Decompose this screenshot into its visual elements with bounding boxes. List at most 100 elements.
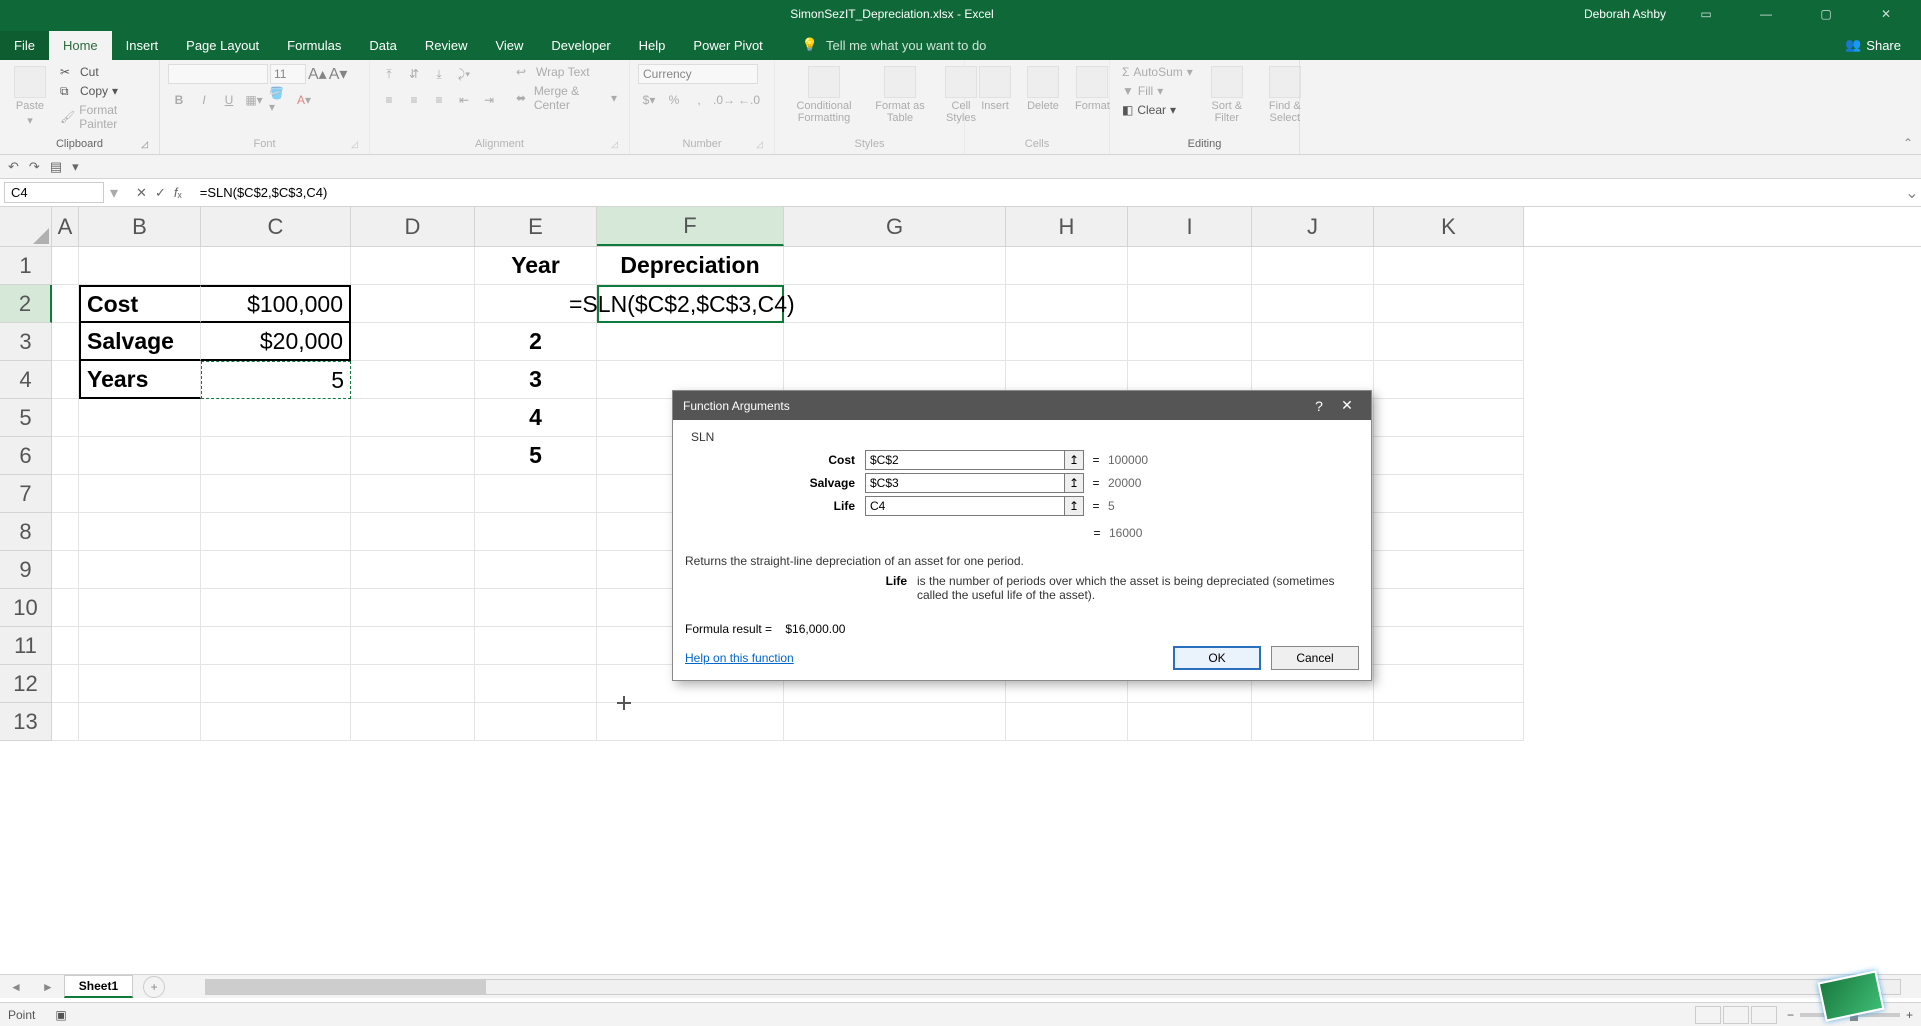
cell[interactable]: [351, 665, 475, 703]
active-cell[interactable]: =SLN($C$2,$C$3,C4): [597, 285, 784, 323]
cell[interactable]: [1374, 399, 1524, 437]
sheet-nav-next-icon[interactable]: ►: [32, 980, 64, 994]
format-painter-button[interactable]: 🖌Format Painter: [56, 102, 151, 132]
tab-help[interactable]: Help: [625, 31, 680, 60]
cell[interactable]: [1374, 323, 1524, 361]
cell[interactable]: [201, 437, 351, 475]
cell[interactable]: 2: [475, 323, 597, 361]
cell[interactable]: Year: [475, 247, 597, 285]
qat-customize-icon[interactable]: ▾: [72, 159, 79, 175]
col-header-b[interactable]: B: [79, 207, 201, 246]
cell[interactable]: [475, 703, 597, 741]
cell[interactable]: [784, 247, 1006, 285]
tab-review[interactable]: Review: [411, 31, 482, 60]
underline-button[interactable]: U: [218, 90, 240, 110]
scrollbar-thumb[interactable]: [206, 980, 486, 994]
row-header-13[interactable]: 13: [0, 703, 52, 741]
cell[interactable]: Salvage: [79, 323, 201, 361]
cell[interactable]: 4: [475, 399, 597, 437]
cell[interactable]: [351, 437, 475, 475]
macro-record-icon[interactable]: ▣: [55, 1008, 66, 1022]
cell[interactable]: [79, 551, 201, 589]
row-header-8[interactable]: 8: [0, 513, 52, 551]
tell-me-search[interactable]: 💡 Tell me what you want to do: [802, 37, 987, 60]
cell[interactable]: [79, 627, 201, 665]
cell[interactable]: [1374, 665, 1524, 703]
cell[interactable]: [351, 627, 475, 665]
expand-formula-bar-icon[interactable]: ⌄: [1903, 183, 1921, 203]
cell[interactable]: [1128, 703, 1252, 741]
view-page-break-icon[interactable]: [1751, 1006, 1777, 1024]
decrease-indent-icon[interactable]: ⇤: [453, 90, 475, 110]
find-select-button[interactable]: Find & Select: [1257, 64, 1313, 126]
dialog-help-icon[interactable]: ?: [1305, 398, 1333, 414]
cell[interactable]: [784, 285, 1006, 323]
align-center-icon[interactable]: ≡: [403, 90, 425, 110]
cell[interactable]: [79, 399, 201, 437]
cell[interactable]: [1252, 323, 1374, 361]
cell[interactable]: [79, 665, 201, 703]
tab-data[interactable]: Data: [355, 31, 410, 60]
format-as-table-button[interactable]: Format as Table: [869, 64, 931, 126]
cell[interactable]: [1006, 247, 1128, 285]
cell[interactable]: [52, 247, 79, 285]
cell[interactable]: [201, 513, 351, 551]
font-name-input[interactable]: [168, 64, 268, 84]
row-header-9[interactable]: 9: [0, 551, 52, 589]
fx-icon[interactable]: fₓ: [174, 185, 182, 201]
cell[interactable]: [351, 323, 475, 361]
cell[interactable]: [1374, 247, 1524, 285]
cell[interactable]: [351, 551, 475, 589]
tab-formulas[interactable]: Formulas: [273, 31, 355, 60]
cell[interactable]: [1374, 361, 1524, 399]
wrap-text-button[interactable]: ↩Wrap Text: [512, 64, 621, 80]
redo-icon[interactable]: ↷: [29, 159, 40, 175]
cell[interactable]: [1374, 513, 1524, 551]
cell[interactable]: [1374, 703, 1524, 741]
border-button[interactable]: ▦▾: [243, 90, 265, 110]
undo-icon[interactable]: ↶: [8, 159, 19, 175]
tab-insert[interactable]: Insert: [112, 31, 173, 60]
cell[interactable]: [52, 323, 79, 361]
row-header-4[interactable]: 4: [0, 361, 52, 399]
cell[interactable]: [1006, 285, 1128, 323]
cell[interactable]: [201, 589, 351, 627]
select-all-corner[interactable]: [0, 207, 52, 246]
ribbon-display-icon[interactable]: ▭: [1686, 7, 1726, 21]
tab-developer[interactable]: Developer: [537, 31, 624, 60]
align-top-icon[interactable]: ⤒: [378, 64, 400, 84]
col-header-c[interactable]: C: [201, 207, 351, 246]
cell[interactable]: [52, 285, 79, 323]
insert-cells-button[interactable]: Insert: [973, 64, 1017, 114]
row-header-11[interactable]: 11: [0, 627, 52, 665]
cell[interactable]: [52, 399, 79, 437]
range-selector-icon[interactable]: ↥: [1064, 473, 1084, 493]
row-header-6[interactable]: 6: [0, 437, 52, 475]
decrease-decimal-icon[interactable]: ←.0: [738, 90, 760, 110]
percent-icon[interactable]: %: [663, 90, 685, 110]
delete-cells-button[interactable]: Delete: [1021, 64, 1065, 114]
tab-view[interactable]: View: [481, 31, 537, 60]
col-header-i[interactable]: I: [1128, 207, 1252, 246]
arg-cost-input[interactable]: [865, 450, 1065, 470]
formula-input[interactable]: [194, 183, 1903, 202]
cell[interactable]: [475, 551, 597, 589]
cut-button[interactable]: ✂Cut: [56, 64, 151, 80]
format-cells-button[interactable]: Format: [1069, 64, 1116, 114]
cell[interactable]: 5: [475, 437, 597, 475]
col-header-e[interactable]: E: [475, 207, 597, 246]
cell-marching-ants[interactable]: 5: [201, 361, 351, 399]
font-size-input[interactable]: [270, 64, 306, 84]
decrease-font-icon[interactable]: A▾: [329, 64, 348, 84]
cell[interactable]: [351, 475, 475, 513]
cell[interactable]: [351, 513, 475, 551]
ok-button[interactable]: OK: [1173, 646, 1261, 670]
number-format-select[interactable]: [638, 64, 758, 84]
cell[interactable]: $20,000: [201, 323, 351, 361]
share-button[interactable]: 👥 Share: [1845, 37, 1921, 60]
dialog-launcher-icon[interactable]: ◿: [611, 139, 618, 150]
align-left-icon[interactable]: ≡: [378, 90, 400, 110]
cell[interactable]: [1006, 703, 1128, 741]
cell[interactable]: [475, 665, 597, 703]
cell[interactable]: [201, 703, 351, 741]
